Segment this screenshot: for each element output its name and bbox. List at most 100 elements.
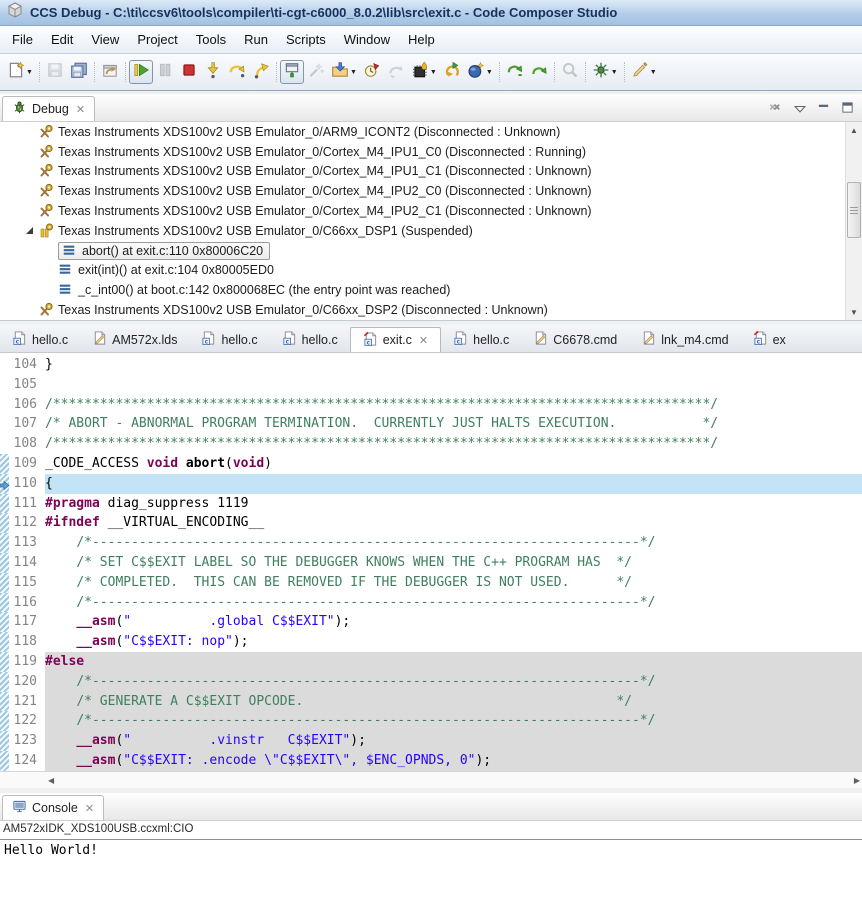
line-number[interactable]: 119 [9, 652, 45, 672]
pin-button[interactable] [628, 60, 652, 84]
editor-horizontal-scrollbar[interactable]: ◀ ▶ [0, 771, 862, 788]
menu-file[interactable]: File [3, 27, 42, 52]
scroll-left-icon[interactable]: ◀ [48, 776, 54, 785]
line-number[interactable]: 113 [9, 533, 45, 553]
line-number[interactable]: 120 [9, 672, 45, 692]
close-icon[interactable]: ✕ [85, 802, 94, 815]
line-number[interactable]: 117 [9, 612, 45, 632]
save-all-button[interactable] [67, 60, 91, 84]
line-number[interactable]: 123 [9, 731, 45, 751]
scroll-right-icon[interactable]: ▶ [854, 776, 860, 785]
flash-button[interactable] [408, 60, 432, 84]
scrollbar-thumb[interactable] [847, 182, 861, 238]
tab-debug[interactable]: Debug ✕ [2, 96, 95, 121]
new-target-config-button[interactable] [464, 60, 488, 84]
reset-cpu-button[interactable] [360, 60, 384, 84]
menu-tools[interactable]: Tools [187, 27, 235, 52]
step-return-button[interactable] [249, 60, 273, 84]
editor-tab-ex[interactable]: cex [741, 327, 798, 352]
editor-tab-AM572x.lds[interactable]: AM572x.lds [80, 327, 189, 352]
restart-button[interactable] [440, 60, 464, 84]
stack-frame-item[interactable]: Texas Instruments XDS100v2 USB Emulator_… [0, 181, 862, 201]
editor-tab-C6678.cmd[interactable]: C6678.cmd [521, 327, 629, 352]
editor-tab-lnk_m4.cmd[interactable]: lnk_m4.cmd [629, 327, 740, 352]
selected-stack-frame[interactable]: abort() at exit.c:110 0x80006C20 [58, 242, 270, 260]
stack-frame-item[interactable]: abort() at exit.c:110 0x80006C20 [0, 241, 862, 261]
code-editor[interactable]: 104}105106/*****************************… [0, 353, 862, 771]
profile-button[interactable] [558, 60, 582, 84]
editor-tab-label: lnk_m4.cmd [661, 333, 728, 347]
new-icon [7, 61, 25, 84]
load-program-button[interactable] [328, 60, 352, 84]
scroll-down-icon[interactable]: ▼ [846, 304, 862, 320]
menu-view[interactable]: View [82, 27, 128, 52]
line-number[interactable]: 115 [9, 573, 45, 593]
connect-target-button[interactable] [280, 60, 304, 84]
stack-frame-item[interactable]: Texas Instruments XDS100v2 USB Emulator_… [0, 300, 862, 320]
save-button[interactable] [43, 60, 67, 84]
minimize-icon[interactable] [817, 101, 830, 119]
build-button[interactable] [98, 60, 122, 84]
remove-all-terminated-icon[interactable] [768, 100, 783, 120]
analysis-dropdown-icon[interactable]: ▼ [611, 69, 618, 76]
menu-scripts[interactable]: Scripts [277, 27, 335, 52]
new-button[interactable] [4, 60, 28, 84]
editor-tab-hello.c[interactable]: chello.c [189, 327, 269, 352]
load-program-dropdown-icon[interactable]: ▼ [350, 69, 357, 76]
step-into-button[interactable] [201, 60, 225, 84]
line-number[interactable]: 105 [9, 375, 45, 395]
line-number[interactable]: 106 [9, 395, 45, 415]
view-menu-icon[interactable] [794, 101, 806, 119]
maximize-icon[interactable] [841, 101, 854, 119]
line-number[interactable]: 108 [9, 434, 45, 454]
line-number[interactable]: 111 [9, 494, 45, 514]
stack-frame-item[interactable]: _c_int00() at boot.c:142 0x800068EC (the… [0, 280, 862, 300]
flash-dropdown-icon[interactable]: ▼ [430, 69, 437, 76]
line-number[interactable]: 114 [9, 553, 45, 573]
console-output[interactable]: Hello World! [0, 840, 862, 899]
editor-tab-hello.c[interactable]: chello.c [441, 327, 521, 352]
terminate-button[interactable] [177, 60, 201, 84]
editor-tab-exit.c[interactable]: cexit.c✕ [350, 327, 441, 352]
debug-tree-item[interactable]: Texas Instruments XDS100v2 USB Emulator_… [0, 221, 862, 241]
menu-help[interactable]: Help [399, 27, 444, 52]
step-over-button[interactable] [225, 60, 249, 84]
stack-frame-item[interactable]: Texas Instruments XDS100v2 USB Emulator_… [0, 201, 862, 221]
line-number[interactable]: 112 [9, 513, 45, 533]
line-number[interactable]: 122 [9, 711, 45, 731]
line-number[interactable]: 107 [9, 414, 45, 434]
stack-frame-item[interactable]: exit(int)() at exit.c:104 0x80005ED0 [0, 261, 862, 281]
menu-project[interactable]: Project [128, 27, 186, 52]
new-target-config-dropdown-icon[interactable]: ▼ [486, 69, 493, 76]
resume-button[interactable] [129, 60, 153, 84]
line-number[interactable]: 110 [9, 474, 45, 494]
suspend-button[interactable] [153, 60, 177, 84]
line-number[interactable]: 116 [9, 593, 45, 613]
asm-step-into-button[interactable] [503, 60, 527, 84]
analysis-button[interactable] [589, 60, 613, 84]
menu-window[interactable]: Window [335, 27, 399, 52]
close-icon[interactable]: ✕ [419, 334, 428, 347]
asm-step-over-button[interactable] [527, 60, 551, 84]
line-number[interactable]: 104 [9, 355, 45, 375]
editor-tab-hello.c[interactable]: chello.c [0, 327, 80, 352]
tab-console[interactable]: Console ✕ [2, 795, 104, 820]
editor-tab-hello.c[interactable]: chello.c [270, 327, 350, 352]
line-number[interactable]: 118 [9, 632, 45, 652]
expander-icon[interactable] [26, 227, 33, 234]
stack-frame-item[interactable]: Texas Instruments XDS100v2 USB Emulator_… [0, 162, 862, 182]
line-number[interactable]: 109 [9, 454, 45, 474]
line-number[interactable]: 124 [9, 751, 45, 771]
new-dropdown-icon[interactable]: ▼ [26, 69, 33, 76]
menu-run[interactable]: Run [235, 27, 277, 52]
auto-connect-button[interactable] [304, 60, 328, 84]
stack-frame-item[interactable]: Texas Instruments XDS100v2 USB Emulator_… [0, 122, 862, 142]
scroll-up-icon[interactable]: ▲ [846, 122, 862, 138]
close-icon[interactable]: ✕ [76, 103, 85, 116]
menu-edit[interactable]: Edit [42, 27, 82, 52]
pin-dropdown-icon[interactable]: ▼ [650, 69, 657, 76]
stack-frame-item[interactable]: Texas Instruments XDS100v2 USB Emulator_… [0, 142, 862, 162]
line-number[interactable]: 121 [9, 692, 45, 712]
tree-vertical-scrollbar[interactable]: ▲▼ [845, 122, 862, 320]
restore-state-button[interactable] [384, 60, 408, 84]
